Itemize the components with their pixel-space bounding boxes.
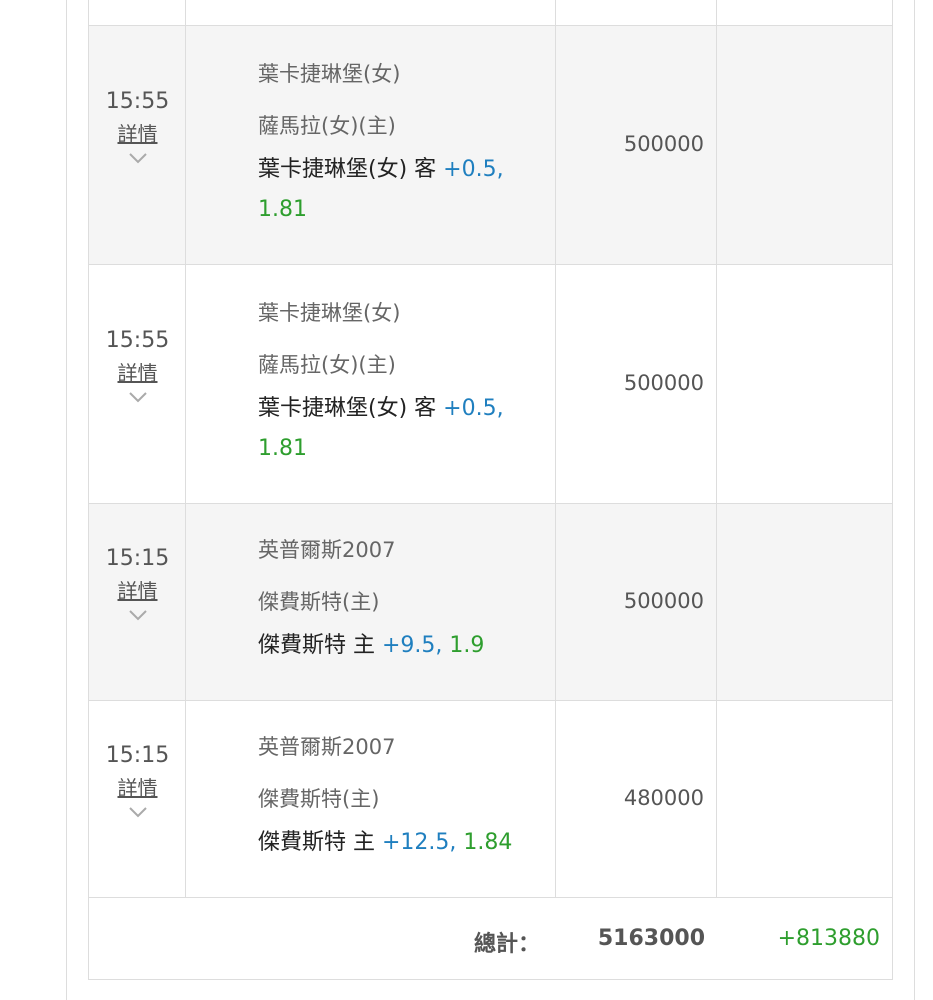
bet-team: 葉卡捷琳堡(女) 客 — [258, 396, 437, 421]
team-away: 葉卡捷琳堡(女) — [258, 62, 401, 86]
time-cell: 15:55 詳情 — [89, 265, 186, 503]
result-cell — [717, 504, 892, 700]
bet-amount: 480000 — [623, 786, 704, 810]
amount-cell: 500000 — [556, 26, 717, 264]
team-home: 傑費斯特(主) — [258, 787, 380, 811]
odds-value: 1.84 — [463, 830, 513, 855]
team-home: 傑費斯特(主) — [258, 590, 380, 614]
team-home: 薩馬拉(女)(主) — [258, 114, 396, 138]
bet-history-table: 15:55 詳情 葉卡捷琳堡(女) 薩馬拉(女)(主) 葉卡捷琳堡(女) 客 +… — [88, 0, 893, 980]
match-cell: 葉卡捷琳堡(女) 薩馬拉(女)(主) 葉卡捷琳堡(女) 客 +0.5, 1.81 — [186, 265, 556, 503]
amount-cell: 480000 — [556, 701, 717, 897]
table-row: 15:55 詳情 葉卡捷琳堡(女) 薩馬拉(女)(主) 葉卡捷琳堡(女) 客 +… — [89, 26, 892, 265]
table-row-partial — [89, 0, 892, 26]
bet-amount: 500000 — [623, 589, 704, 613]
match-cell: 英普爾斯2007 傑費斯特(主) 傑費斯特 主 +9.5, 1.9 — [186, 504, 556, 700]
time-cell: 15:15 詳情 — [89, 701, 186, 897]
bet-selection: 葉卡捷琳堡(女) 客 +0.5, 1.81 — [258, 389, 535, 469]
chevron-down-icon[interactable] — [128, 608, 148, 622]
total-amount: 5163000 — [597, 926, 705, 951]
bet-team: 葉卡捷琳堡(女) 客 — [258, 157, 437, 182]
handicap-value: +0.5, — [443, 396, 504, 421]
bet-amount: 500000 — [623, 132, 704, 156]
handicap-value: +12.5, — [382, 830, 457, 855]
odds-value: 1.9 — [449, 633, 485, 658]
total-label: 總計： — [473, 932, 540, 957]
bet-selection: 傑費斯特 主 +9.5, 1.9 — [258, 626, 535, 666]
bet-time: 15:55 — [105, 328, 170, 353]
bet-time: 15:15 — [105, 743, 170, 768]
bet-team: 傑費斯特 主 — [258, 830, 375, 855]
amount-cell: 500000 — [556, 504, 717, 700]
match-cell: 英普爾斯2007 傑費斯特(主) 傑費斯特 主 +12.5, 1.84 — [186, 701, 556, 897]
odds-value: 1.81 — [258, 436, 307, 461]
detail-link[interactable]: 詳情 — [118, 578, 158, 604]
bet-selection: 傑費斯特 主 +12.5, 1.84 — [258, 823, 535, 863]
chevron-down-icon[interactable] — [128, 390, 148, 404]
detail-link[interactable]: 詳情 — [118, 775, 158, 801]
detail-link[interactable]: 詳情 — [118, 121, 158, 147]
time-cell: 15:15 詳情 — [89, 504, 186, 700]
bet-selection: 葉卡捷琳堡(女) 客 +0.5, 1.81 — [258, 150, 535, 230]
amount-cell: 500000 — [556, 265, 717, 503]
page-right-border — [914, 0, 915, 1000]
result-cell — [717, 265, 892, 503]
result-cell — [717, 701, 892, 897]
table-row: 15:15 詳情 英普爾斯2007 傑費斯特(主) 傑費斯特 主 +12.5, … — [89, 701, 892, 898]
total-profit: +813880 — [777, 926, 880, 951]
chevron-down-icon[interactable] — [128, 805, 148, 819]
team-away: 英普爾斯2007 — [258, 735, 396, 759]
result-cell — [717, 26, 892, 264]
time-cell: 15:55 詳情 — [89, 26, 186, 264]
detail-link[interactable]: 詳情 — [118, 360, 158, 386]
handicap-value: +0.5, — [443, 157, 504, 182]
bet-time: 15:15 — [105, 546, 170, 571]
match-cell: 葉卡捷琳堡(女) 薩馬拉(女)(主) 葉卡捷琳堡(女) 客 +0.5, 1.81 — [186, 26, 556, 264]
bet-team: 傑費斯特 主 — [258, 633, 375, 658]
odds-value: 1.81 — [258, 197, 307, 222]
page-left-border — [66, 0, 67, 1000]
team-away: 葉卡捷琳堡(女) — [258, 301, 401, 325]
team-away: 英普爾斯2007 — [258, 538, 396, 562]
handicap-value: +9.5, — [382, 633, 443, 658]
team-home: 薩馬拉(女)(主) — [258, 353, 396, 377]
chevron-down-icon[interactable] — [128, 151, 148, 165]
bet-amount: 500000 — [623, 371, 704, 395]
table-row: 15:55 詳情 葉卡捷琳堡(女) 薩馬拉(女)(主) 葉卡捷琳堡(女) 客 +… — [89, 265, 892, 504]
bet-time: 15:55 — [105, 89, 170, 114]
total-row: 總計： 5163000 +813880 — [89, 898, 892, 980]
table-row: 15:15 詳情 英普爾斯2007 傑費斯特(主) 傑費斯特 主 +9.5, 1… — [89, 504, 892, 701]
